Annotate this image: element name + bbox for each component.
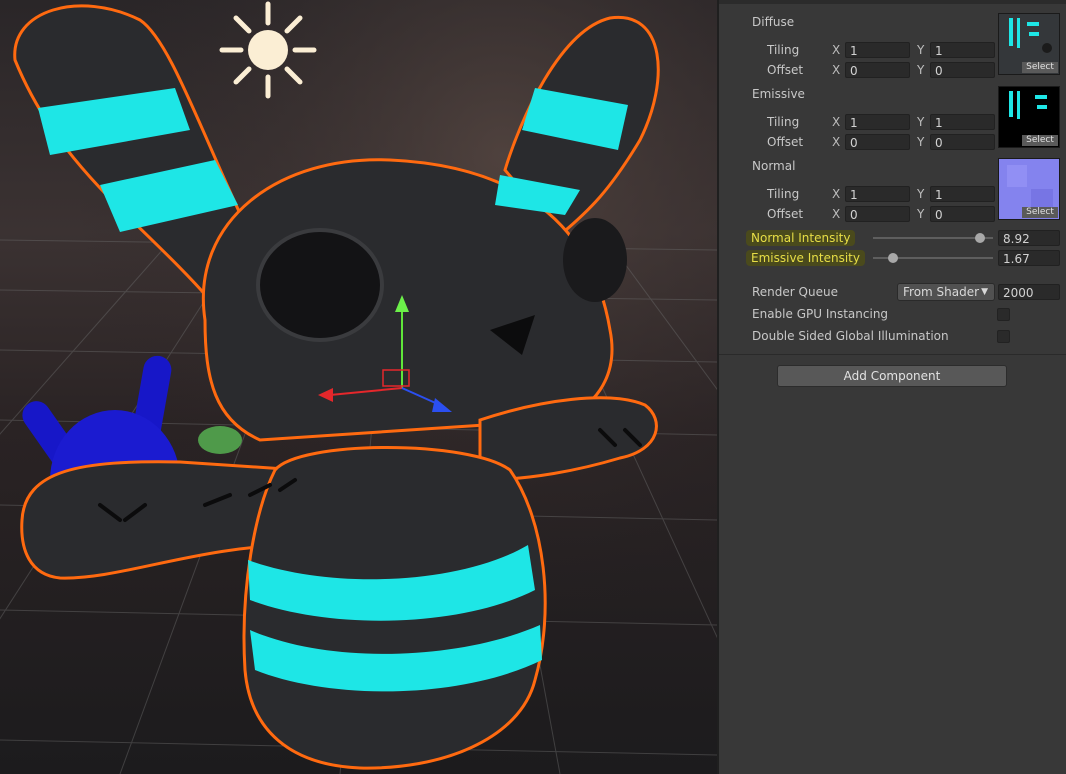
- normal-intensity-field[interactable]: 8.92: [998, 230, 1060, 246]
- emissive-tiling-y-field[interactable]: 1: [930, 114, 995, 130]
- double-sided-gi-label: Double Sided Global Illumination: [752, 329, 949, 343]
- emissive-offset-label: Offset: [767, 135, 804, 149]
- emissive-offset-y-label: Y: [917, 135, 925, 149]
- diffuse-offset-x-label: X: [832, 63, 841, 77]
- normal-texture-slot[interactable]: Select: [998, 158, 1060, 220]
- diffuse-tiling-label: Tiling: [767, 43, 800, 57]
- diffuse-offset-label: Offset: [767, 63, 804, 77]
- emissive-offset-y-field[interactable]: 0: [930, 134, 995, 150]
- emissive-intensity-slider-knob[interactable]: [888, 253, 899, 263]
- double-sided-gi-checkbox[interactable]: [997, 330, 1010, 343]
- emissive-tiling-x-label: X: [832, 115, 841, 129]
- diffuse-texture-slot[interactable]: Select: [998, 13, 1060, 75]
- scene-view[interactable]: [0, 0, 717, 774]
- diffuse-tiling-x-label: X: [832, 43, 841, 57]
- normal-intensity-slider-knob[interactable]: [974, 233, 985, 243]
- diffuse-tiling-y-field[interactable]: 1: [930, 42, 995, 58]
- normal-tiling-x-field[interactable]: 1: [845, 186, 910, 202]
- normal-offset-x-label: X: [832, 207, 841, 221]
- diffuse-tiling-x-field[interactable]: 1: [845, 42, 910, 58]
- caret-down-icon: ▼: [981, 287, 988, 297]
- sun-icon[interactable]: [219, 1, 317, 99]
- emissive-intensity-field[interactable]: 1.67: [998, 250, 1060, 266]
- emissive-tiling-label: Tiling: [767, 115, 800, 129]
- emissive-offset-x-field[interactable]: 0: [845, 134, 910, 150]
- normal-tiling-x-label: X: [832, 187, 841, 201]
- emissive-tiling-x-field[interactable]: 1: [845, 114, 910, 130]
- diffuse-select-button[interactable]: Select: [1022, 62, 1058, 73]
- section-separator: [719, 354, 1066, 355]
- diffuse-offset-y-field[interactable]: 0: [930, 62, 995, 78]
- normal-label: Normal: [752, 159, 796, 173]
- normal-offset-x-field[interactable]: 0: [845, 206, 910, 222]
- diffuse-label: Diffuse: [752, 15, 795, 29]
- emissive-label: Emissive: [752, 87, 805, 101]
- emissive-texture-slot[interactable]: Select: [998, 86, 1060, 148]
- diffuse-offset-y-label: Y: [917, 63, 925, 77]
- render-queue-value-field[interactable]: 2000: [998, 284, 1060, 300]
- inspector-panel: Diffuse Tiling X 1 Y 1 Offset X 0 Y 0 Se…: [719, 0, 1066, 774]
- emissive-tiling-y-label: Y: [917, 115, 925, 129]
- render-queue-label: Render Queue: [752, 285, 838, 299]
- render-queue-selected: From Shader: [903, 285, 980, 299]
- emissive-offset-x-label: X: [832, 135, 841, 149]
- normal-offset-y-field[interactable]: 0: [930, 206, 995, 222]
- emissive-select-button[interactable]: Select: [1022, 135, 1058, 146]
- diffuse-offset-x-field[interactable]: 0: [845, 62, 910, 78]
- normal-intensity-label: Normal Intensity: [746, 230, 856, 246]
- add-component-button[interactable]: Add Component: [777, 365, 1007, 387]
- normal-offset-label: Offset: [767, 207, 804, 221]
- gpu-instancing-checkbox[interactable]: [997, 308, 1010, 321]
- diffuse-tiling-y-label: Y: [917, 43, 925, 57]
- normal-tiling-label: Tiling: [767, 187, 800, 201]
- normal-tiling-y-field[interactable]: 1: [930, 186, 995, 202]
- scene-canvas[interactable]: [0, 0, 717, 774]
- render-queue-dropdown[interactable]: From Shader ▼: [897, 283, 995, 301]
- emissive-intensity-label: Emissive Intensity: [746, 250, 865, 266]
- inspector-top-border: [719, 0, 1066, 4]
- normal-offset-y-label: Y: [917, 207, 925, 221]
- gpu-instancing-label: Enable GPU Instancing: [752, 307, 889, 321]
- normal-select-button[interactable]: Select: [1022, 207, 1058, 218]
- normal-tiling-y-label: Y: [917, 187, 925, 201]
